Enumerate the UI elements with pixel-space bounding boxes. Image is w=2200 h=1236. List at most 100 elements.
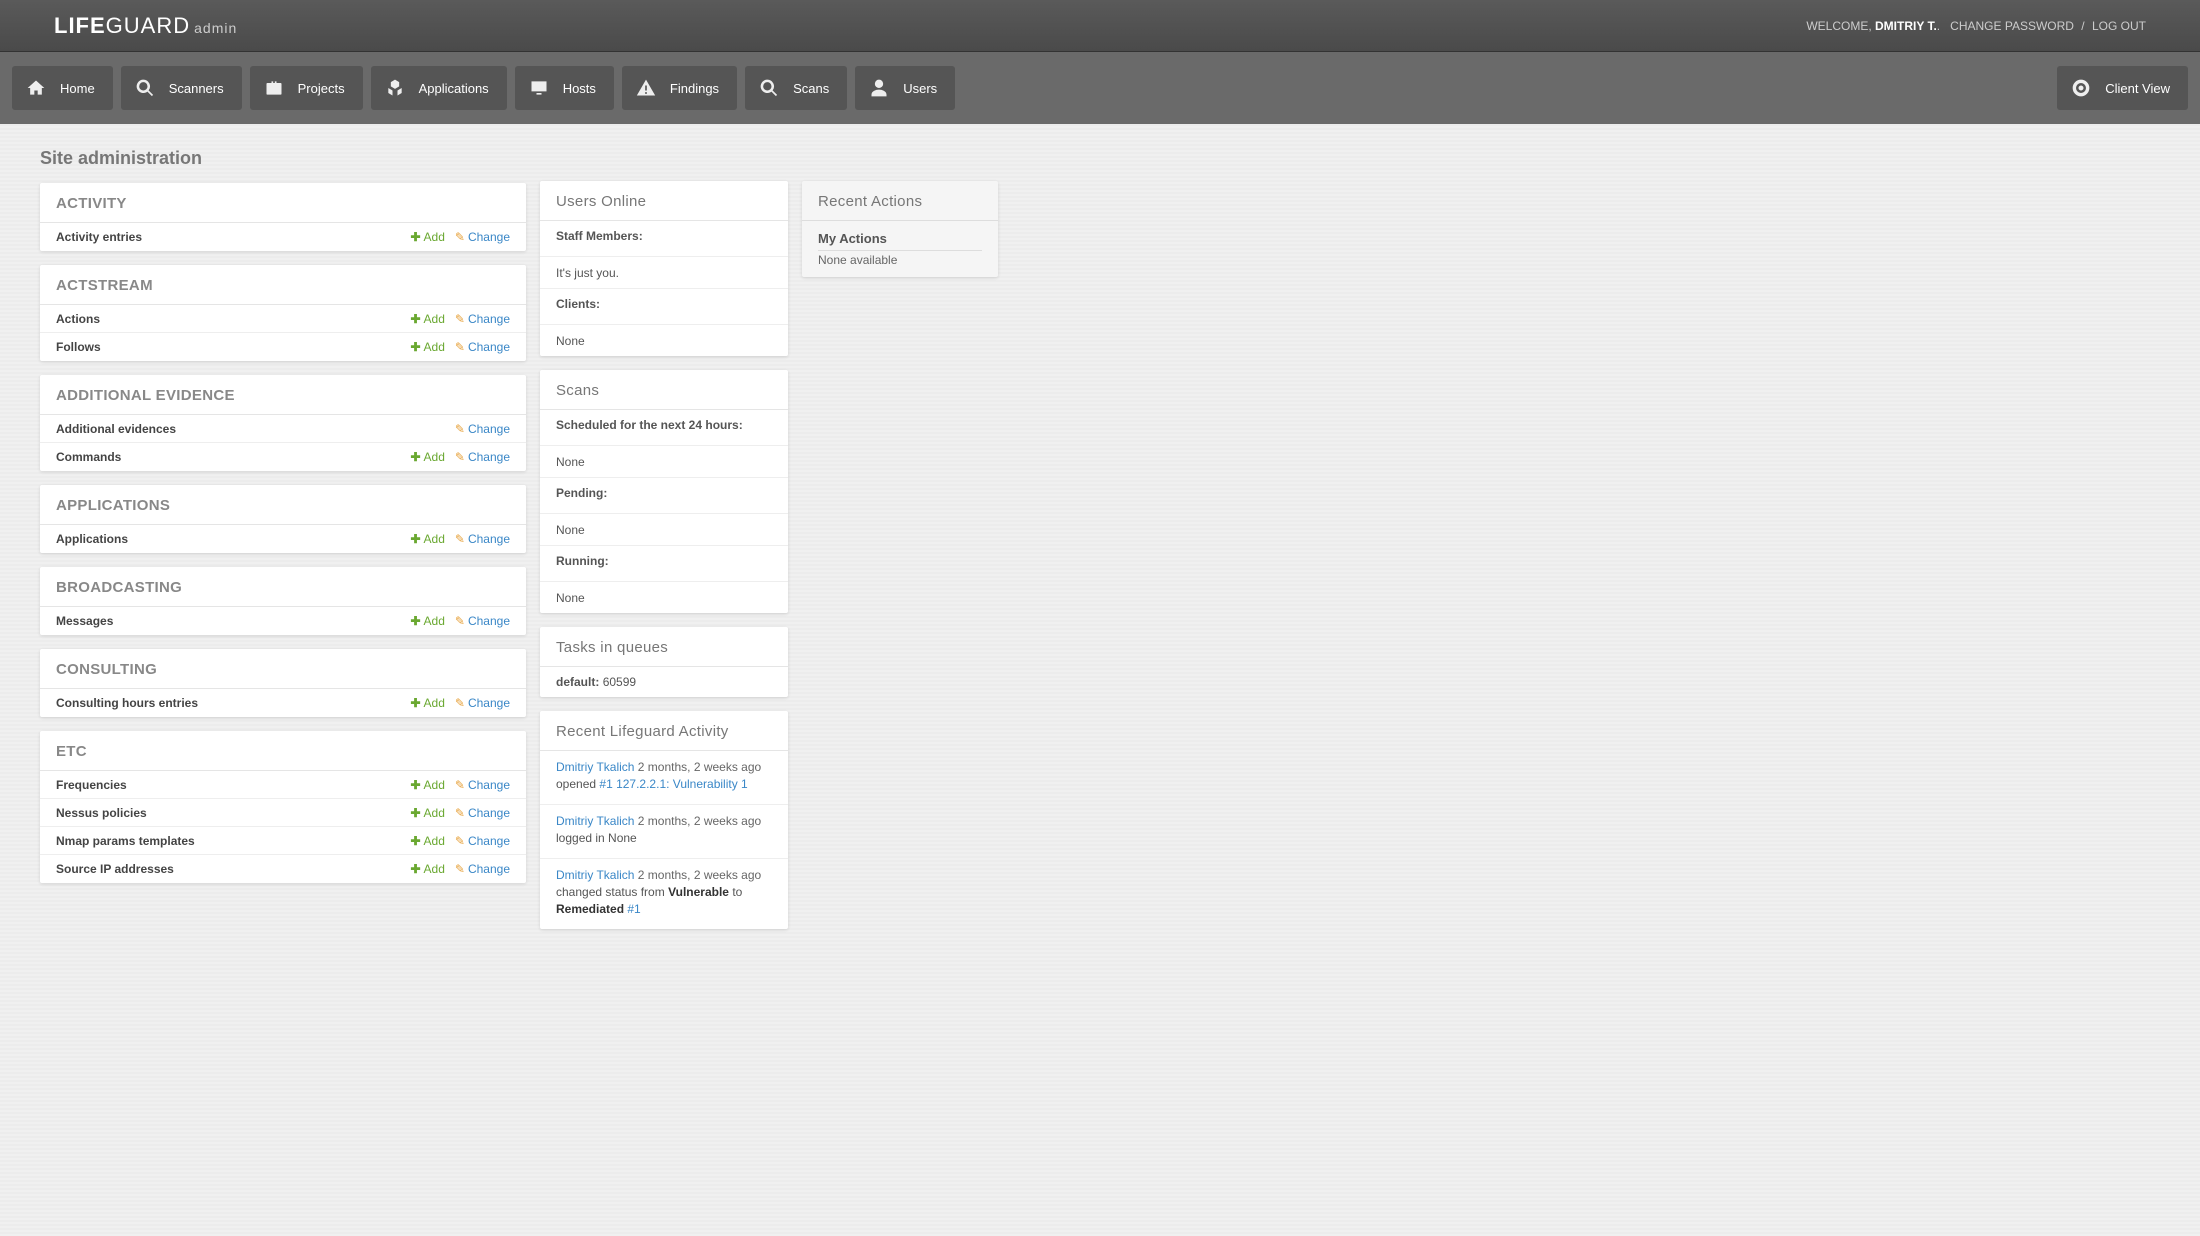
- model-row: Commands ✚ Add ✎ Change: [40, 443, 526, 471]
- change-link[interactable]: ✎ Change: [455, 696, 510, 710]
- pencil-icon: ✎: [455, 806, 465, 820]
- change-link[interactable]: ✎ Change: [455, 340, 510, 354]
- current-user: DMITRIY T.: [1875, 19, 1937, 33]
- user-links: WELCOME, DMITRIY T.. CHANGE PASSWORD / L…: [1806, 19, 2146, 33]
- nav-users[interactable]: Users: [855, 66, 955, 110]
- plus-icon: ✚: [410, 230, 420, 244]
- change-link[interactable]: ✎ Change: [455, 834, 510, 848]
- page-title: Site administration: [40, 148, 526, 169]
- no-actions-message: None available: [802, 251, 998, 277]
- welcome-text: WELCOME,: [1806, 19, 1875, 33]
- change-link[interactable]: ✎ Change: [455, 312, 510, 326]
- magnifier-icon: [133, 76, 157, 100]
- activity-object-link[interactable]: #1: [624, 902, 641, 916]
- change-link[interactable]: ✎ Change: [455, 230, 510, 244]
- change-link[interactable]: ✎ Change: [455, 450, 510, 464]
- model-link[interactable]: Additional evidences: [56, 422, 176, 436]
- logout-link[interactable]: LOG OUT: [2092, 19, 2146, 33]
- plus-icon: ✚: [410, 696, 420, 710]
- model-link[interactable]: Follows: [56, 340, 101, 354]
- model-link[interactable]: Messages: [56, 614, 113, 628]
- model-row: Additional evidences ✎ Change: [40, 415, 526, 443]
- module-title: APPLICATIONS: [40, 485, 526, 525]
- tasks-panel: Tasks in queues default: 60599: [540, 627, 788, 697]
- model-link[interactable]: Frequencies: [56, 778, 127, 792]
- module-title: CONSULTING: [40, 649, 526, 689]
- add-link[interactable]: ✚ Add: [410, 312, 444, 326]
- add-link[interactable]: ✚ Add: [410, 532, 444, 546]
- change-link[interactable]: ✎ Change: [455, 614, 510, 628]
- scans-panel: Scans Scheduled for the next 24 hours: N…: [540, 370, 788, 613]
- activity-object-link[interactable]: #1 127.2.2.1: Vulnerability 1: [599, 777, 747, 791]
- add-link[interactable]: ✚ Add: [410, 696, 444, 710]
- change-link[interactable]: ✎ Change: [455, 778, 510, 792]
- logo: LIFEGUARDadmin: [54, 13, 237, 39]
- admin-module: ADDITIONAL EVIDENCE Additional evidences ✎…: [40, 375, 526, 471]
- pencil-icon: ✎: [455, 862, 465, 876]
- model-row: Follows ✚ Add ✎ Change: [40, 333, 526, 361]
- nav-scanners[interactable]: Scanners: [121, 66, 242, 110]
- pencil-icon: ✎: [455, 834, 465, 848]
- activity-entry: Dmitriy Tkalich 2 months, 2 weeks agoope…: [540, 751, 788, 805]
- nav-projects[interactable]: Projects: [250, 66, 363, 110]
- panel-title: Recent Actions: [802, 181, 998, 221]
- plus-icon: ✚: [410, 340, 420, 354]
- model-link[interactable]: Nessus policies: [56, 806, 147, 820]
- activity-entry: Dmitriy Tkalich 2 months, 2 weeks agocha…: [540, 859, 788, 929]
- plus-icon: ✚: [410, 806, 420, 820]
- plus-icon: ✚: [410, 450, 420, 464]
- panel-title: Recent Lifeguard Activity: [540, 711, 788, 751]
- briefcase-icon: [262, 76, 286, 100]
- users-online-panel: Users Online Staff Members: It's just yo…: [540, 181, 788, 356]
- module-title: BROADCASTING: [40, 567, 526, 607]
- plus-icon: ✚: [410, 834, 420, 848]
- module-title: ADDITIONAL EVIDENCE: [40, 375, 526, 415]
- nav-scans[interactable]: Scans: [745, 66, 847, 110]
- model-row: Nessus policies ✚ Add ✎ Change: [40, 799, 526, 827]
- add-link[interactable]: ✚ Add: [410, 862, 444, 876]
- plus-icon: ✚: [410, 532, 420, 546]
- admin-module: ETCFrequencies✚ Add✎ ChangeNessus polici…: [40, 731, 526, 883]
- model-row: Source IP addresses ✚ Add ✎ Change: [40, 855, 526, 883]
- model-link[interactable]: Consulting hours entries: [56, 696, 198, 710]
- home-icon: [24, 76, 48, 100]
- add-link[interactable]: ✚ Add: [410, 340, 444, 354]
- nav-findings[interactable]: Findings: [622, 66, 737, 110]
- model-link[interactable]: Activity entries: [56, 230, 142, 244]
- add-link[interactable]: ✚ Add: [410, 834, 444, 848]
- change-link[interactable]: ✎ Change: [455, 422, 510, 436]
- pencil-icon: ✎: [455, 450, 465, 464]
- nav-client-view[interactable]: Client View: [2057, 66, 2188, 110]
- add-link[interactable]: ✚ Add: [410, 806, 444, 820]
- change-link[interactable]: ✎ Change: [455, 532, 510, 546]
- admin-module: CONSULTING Consulting hours entries ✚ Add ✎…: [40, 649, 526, 717]
- model-link[interactable]: Nmap params templates: [56, 834, 195, 848]
- model-link[interactable]: Source IP addresses: [56, 862, 174, 876]
- model-row: Applications ✚ Add ✎ Change: [40, 525, 526, 553]
- nav-applications[interactable]: Applications: [371, 66, 507, 110]
- nav-home[interactable]: Home: [12, 66, 113, 110]
- change-password-link[interactable]: CHANGE PASSWORD: [1950, 19, 2074, 33]
- add-link[interactable]: ✚ Add: [410, 614, 444, 628]
- warning-icon: [634, 76, 658, 100]
- activity-user-link[interactable]: Dmitriy Tkalich: [556, 814, 634, 828]
- module-title: ACTIVITY: [40, 183, 526, 223]
- model-link[interactable]: Actions: [56, 312, 100, 326]
- plus-icon: ✚: [410, 614, 420, 628]
- model-link[interactable]: Applications: [56, 532, 128, 546]
- add-link[interactable]: ✚ Add: [410, 778, 444, 792]
- admin-module: BROADCASTING Messages ✚ Add ✎ Change: [40, 567, 526, 635]
- add-link[interactable]: ✚ Add: [410, 230, 444, 244]
- pencil-icon: ✎: [455, 532, 465, 546]
- activity-user-link[interactable]: Dmitriy Tkalich: [556, 868, 634, 882]
- change-link[interactable]: ✎ Change: [455, 862, 510, 876]
- add-link[interactable]: ✚ Add: [410, 450, 444, 464]
- admin-module: ACTIVITY Activity entries ✚ Add ✎ Change: [40, 183, 526, 251]
- activity-user-link[interactable]: Dmitriy Tkalich: [556, 760, 634, 774]
- search-icon: [757, 76, 781, 100]
- model-link[interactable]: Commands: [56, 450, 121, 464]
- recent-activity-panel: Recent Lifeguard Activity Dmitriy Tkalic…: [540, 711, 788, 929]
- nav-hosts[interactable]: Hosts: [515, 66, 614, 110]
- plus-icon: ✚: [410, 312, 420, 326]
- change-link[interactable]: ✎ Change: [455, 806, 510, 820]
